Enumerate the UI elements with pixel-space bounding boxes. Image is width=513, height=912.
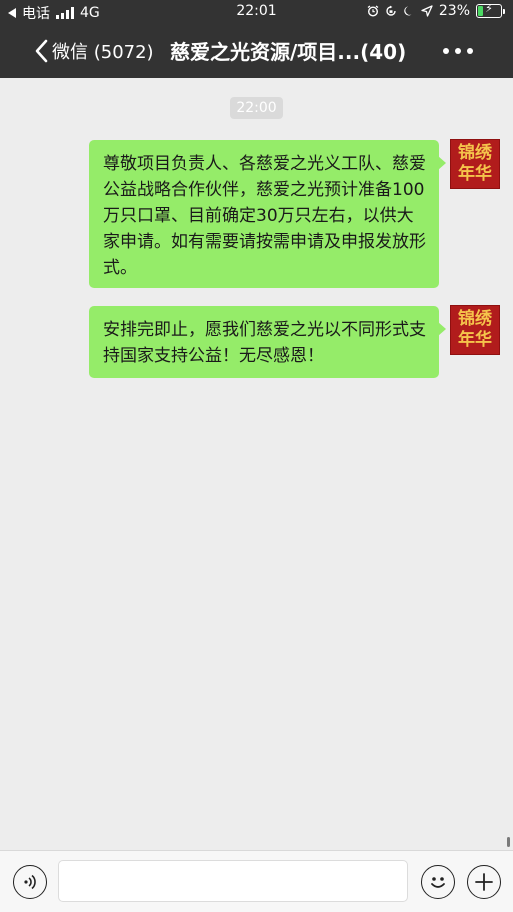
voice-icon	[24, 874, 36, 890]
voice-button[interactable]	[13, 865, 47, 899]
emoji-button[interactable]	[421, 865, 455, 899]
back-button[interactable]: 微信 (5072)	[34, 38, 154, 64]
avatar[interactable]: 锦绣 年华	[450, 139, 500, 189]
emoji-icon	[431, 877, 445, 888]
location-arrow-icon	[421, 5, 433, 17]
chevron-left-icon[interactable]	[34, 39, 48, 63]
chat-title: 慈爱之光资源/项目...(40)	[170, 40, 407, 64]
nav-bar: 微信 (5072) 慈爱之光资源/项目...(40)	[0, 26, 513, 78]
more-dots-icon[interactable]	[443, 39, 473, 63]
moon-icon	[404, 6, 412, 16]
scroll-indicator[interactable]	[507, 837, 510, 847]
battery-percent: 23%	[438, 3, 470, 19]
avatar-text-line2: 年华	[458, 330, 492, 350]
plus-icon	[475, 873, 493, 891]
avatar-text-line2: 年华	[458, 164, 492, 184]
message-bubble[interactable]: 尊敬项目负责人、各慈爱之光义工队、慈爱公益战略合作伙伴，慈爱之光预计准备100万…	[89, 140, 446, 288]
avatar-text-line1: 锦绣	[458, 143, 492, 163]
avatar-text-line1: 锦绣	[458, 309, 492, 329]
add-button[interactable]	[467, 865, 501, 899]
battery-charging-icon: ⚡	[476, 2, 505, 18]
header: 电话 4G 22:01 23% ⚡ 微信 (5072) 慈爱之光资源/项目...…	[0, 0, 513, 78]
status-bar: 电话 4G 22:01 23% ⚡	[0, 0, 513, 26]
chat-area[interactable]: 22:00 尊敬项目负责人、各慈爱之光义工队、慈爱公益战略合作伙伴，慈爱之光预计…	[0, 78, 513, 850]
input-bar	[0, 850, 513, 912]
avatar[interactable]: 锦绣 年华	[450, 305, 500, 355]
back-label[interactable]: 微信 (5072)	[52, 38, 154, 64]
chat-timestamp: 22:00	[230, 97, 283, 119]
alarm-clock-icon	[367, 5, 379, 17]
message-text: 安排完即止，愿我们慈爱之光以不同形式支持国家支持公益！无尽感恩！	[103, 320, 426, 366]
message-bubble[interactable]: 安排完即止，愿我们慈爱之光以不同形式支持国家支持公益！无尽感恩！	[89, 306, 446, 378]
message-text: 尊敬项目负责人、各慈爱之光义工队、慈爱公益战略合作伙伴，慈爱之光预计准备100万…	[103, 154, 426, 278]
status-right: 23% ⚡	[367, 2, 505, 19]
rotation-lock-icon	[386, 5, 396, 16]
message-input[interactable]	[58, 860, 408, 902]
